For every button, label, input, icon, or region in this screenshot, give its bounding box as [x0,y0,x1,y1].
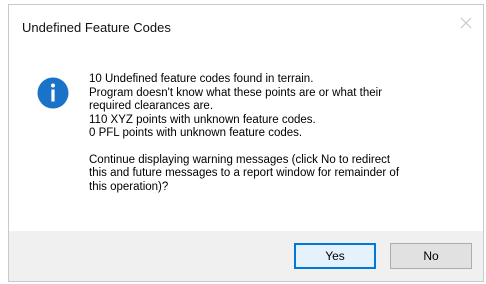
close-button[interactable] [451,11,481,39]
no-button[interactable]: No [390,243,472,269]
question-line: Continue displaying warning messages (cl… [89,153,391,166]
button-bar: Yes No [9,231,483,281]
message-line: 0 PFL points with unknown feature codes. [89,127,303,139]
dialog-title: Undefined Feature Codes [22,20,171,35]
message-line: required clearances are. [89,100,214,112]
close-icon [460,16,472,34]
title-bar[interactable]: Undefined Feature Codes [9,5,483,49]
yes-button[interactable]: Yes [294,243,376,269]
message-line: Program doesn't know what these points a… [89,86,383,99]
message-dialog: Undefined Feature Codes 10 Undefined fea… [8,4,484,282]
question-line: this and future messages to a report win… [89,167,400,179]
message-text: 10 Undefined feature codes found in terr… [89,73,474,194]
message-line: 10 Undefined feature codes found in terr… [89,73,314,85]
dialog-content: 10 Undefined feature codes found in terr… [9,49,483,233]
info-icon [37,77,69,109]
message-line: 110 XYZ points with unknown feature code… [89,113,316,126]
question-line: this operation)? [89,180,169,193]
